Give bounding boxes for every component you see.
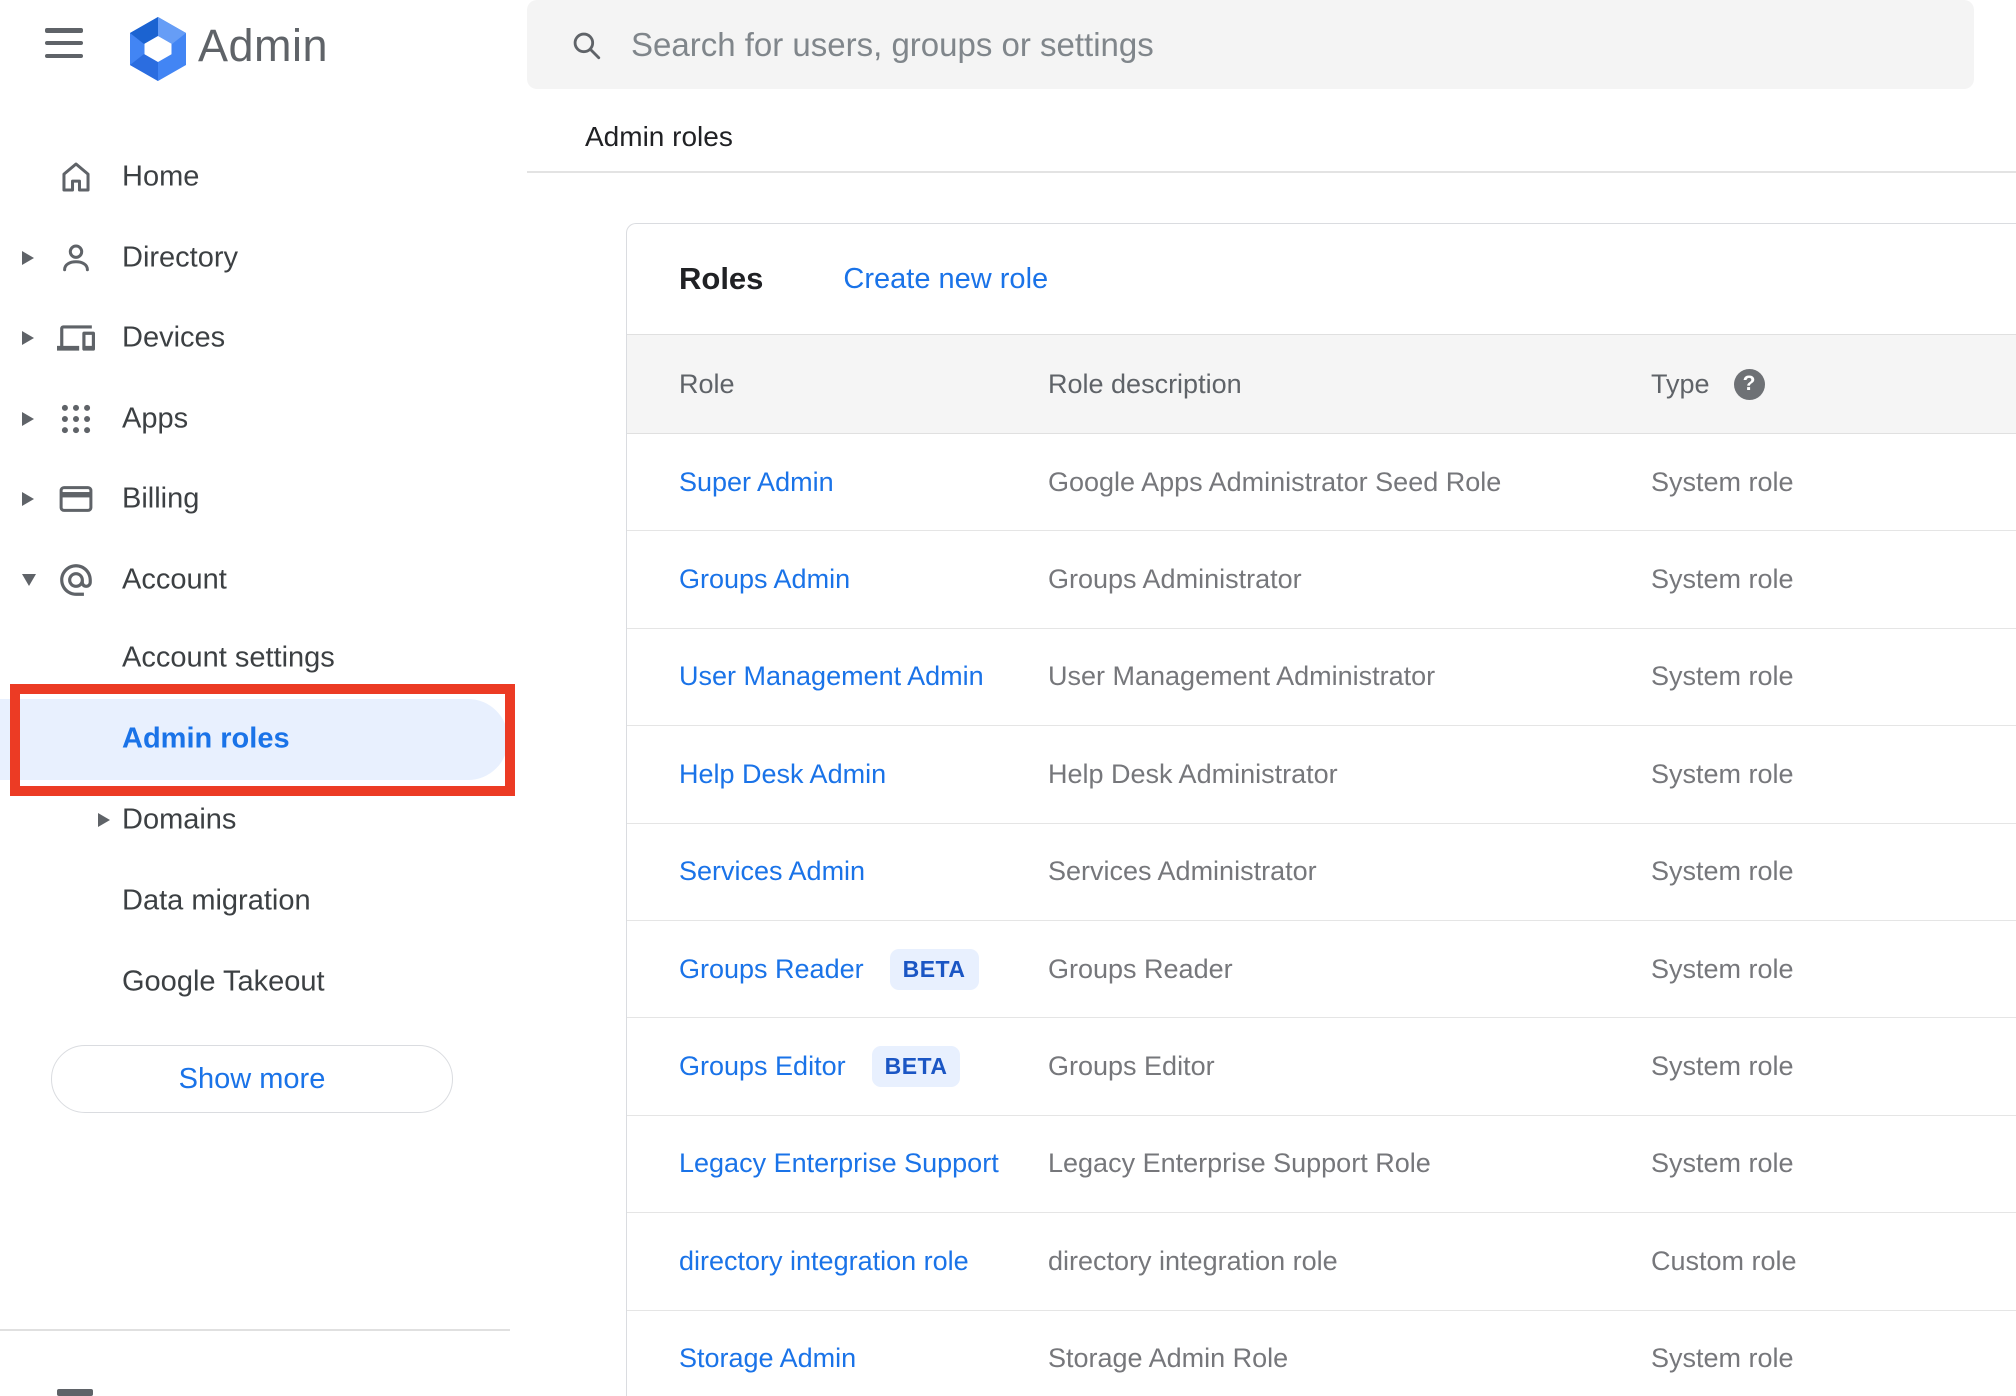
column-header-role: Role — [679, 368, 735, 399]
table-row: Groups Reader BETA Groups Reader System … — [627, 921, 2016, 1019]
role-type: System role — [1651, 953, 1794, 984]
role-description: Legacy Enterprise Support Role — [1048, 1148, 1431, 1179]
sidebar-item-google-takeout[interactable]: Google Takeout — [0, 941, 510, 1022]
role-type: System role — [1651, 564, 1794, 595]
table-row: Groups Admin Groups Administrator System… — [627, 531, 2016, 629]
product-title: Admin — [198, 20, 329, 71]
role-link[interactable]: Legacy Enterprise Support — [679, 1148, 999, 1179]
apps-icon — [57, 400, 95, 438]
role-type: System role — [1651, 466, 1794, 497]
breadcrumb: Admin roles — [585, 121, 733, 152]
sidebar-item-account[interactable]: Account — [0, 540, 510, 621]
chevron-right-icon[interactable] — [22, 250, 34, 265]
table-row: Storage Admin Storage Admin Role System … — [627, 1311, 2016, 1396]
table-row: Legacy Enterprise Support Legacy Enterpr… — [627, 1116, 2016, 1214]
table-row: User Management Admin User Management Ad… — [627, 629, 2016, 727]
search-bar — [527, 0, 1974, 89]
role-type: System role — [1651, 1343, 1794, 1374]
google-admin-logo-icon — [127, 16, 189, 81]
role-type: System role — [1651, 758, 1794, 789]
role-link[interactable]: User Management Admin — [679, 661, 984, 692]
beta-badge: BETA — [871, 1046, 961, 1088]
show-more-button[interactable]: Show more — [51, 1045, 453, 1113]
sidebar-divider — [0, 1329, 510, 1331]
table-row: Services Admin Services Administrator Sy… — [627, 824, 2016, 921]
sidebar-item-devices[interactable]: Devices — [0, 298, 510, 379]
sidebar-item-admin-roles[interactable]: Admin roles — [0, 698, 508, 780]
search-icon — [569, 28, 603, 62]
role-description: Groups Reader — [1048, 953, 1233, 984]
person-icon — [57, 239, 95, 277]
sidebar-item-account-settings[interactable]: Account settings — [0, 618, 510, 699]
role-link[interactable]: Storage Admin — [679, 1343, 856, 1374]
role-type: System role — [1651, 856, 1794, 887]
column-header-type: Type ? — [1651, 368, 2016, 400]
role-description: Services Administrator — [1048, 856, 1317, 887]
sidebar-nav: Home Directory Devices Apps Billing Acco… — [0, 137, 510, 620]
role-link[interactable]: Groups Editor — [679, 1051, 846, 1082]
role-description: directory integration role — [1048, 1245, 1338, 1276]
role-description: Storage Admin Role — [1048, 1343, 1289, 1374]
card-header: Roles Create new role — [627, 224, 2016, 334]
table-row: Super Admin Google Apps Administrator Se… — [627, 434, 2016, 532]
column-header-description: Role description — [1048, 368, 1242, 399]
sidebar-item-billing[interactable]: Billing — [0, 459, 510, 540]
table-row: Help Desk Admin Help Desk Administrator … — [627, 726, 2016, 824]
chevron-right-icon[interactable] — [22, 411, 34, 426]
role-description: Groups Editor — [1048, 1051, 1215, 1082]
sidebar-item-directory[interactable]: Directory — [0, 218, 510, 299]
table-header: Role Role description Type ? — [627, 334, 2016, 434]
role-description: Groups Administrator — [1048, 564, 1302, 595]
role-type: System role — [1651, 1148, 1794, 1179]
role-type: System role — [1651, 1051, 1794, 1082]
sidebar-item-home[interactable]: Home — [0, 137, 510, 218]
table-row: directory integration role directory int… — [627, 1213, 2016, 1311]
role-link[interactable]: Services Admin — [679, 856, 865, 887]
clipped-nav-icon — [57, 1389, 93, 1396]
menu-icon[interactable] — [45, 28, 83, 58]
page-title: Roles — [679, 261, 764, 296]
role-link[interactable]: directory integration role — [679, 1246, 969, 1277]
role-link[interactable]: Help Desk Admin — [679, 759, 886, 790]
role-type: Custom role — [1651, 1245, 1797, 1276]
role-type: System role — [1651, 661, 1794, 692]
role-link[interactable]: Super Admin — [679, 467, 834, 498]
role-description: User Management Administrator — [1048, 661, 1436, 692]
chevron-right-icon[interactable] — [22, 492, 34, 507]
create-new-role-link[interactable]: Create new role — [843, 263, 1048, 296]
chevron-right-icon[interactable] — [22, 331, 34, 346]
sidebar: Admin Home Directory Devices Apps Billin… — [0, 0, 510, 1396]
beta-badge: BETA — [889, 948, 979, 990]
chevron-down-icon[interactable] — [22, 573, 36, 586]
devices-icon — [57, 319, 95, 357]
account-submenu: Account settings Admin roles Domains Dat… — [0, 618, 510, 1022]
sidebar-item-data-migration[interactable]: Data migration — [0, 860, 510, 941]
sidebar-item-apps[interactable]: Apps — [0, 379, 510, 460]
card-icon — [57, 480, 95, 518]
role-link[interactable]: Groups Admin — [679, 564, 850, 595]
search-input[interactable] — [629, 24, 1913, 65]
table-row: Groups Editor BETA Groups Editor System … — [627, 1018, 2016, 1116]
role-link[interactable]: Groups Reader — [679, 954, 864, 985]
at-icon — [57, 561, 95, 599]
role-description: Google Apps Administrator Seed Role — [1048, 466, 1502, 497]
sidebar-item-domains[interactable]: Domains — [0, 780, 510, 861]
chevron-right-icon[interactable] — [98, 812, 110, 827]
help-icon[interactable]: ? — [1733, 368, 1765, 400]
role-description: Help Desk Administrator — [1048, 758, 1338, 789]
roles-card: Roles Create new role Role Role descript… — [626, 223, 2016, 1396]
header-divider — [527, 171, 2016, 173]
home-icon — [57, 158, 95, 196]
roles-table-body: Super Admin Google Apps Administrator Se… — [627, 434, 2016, 1396]
